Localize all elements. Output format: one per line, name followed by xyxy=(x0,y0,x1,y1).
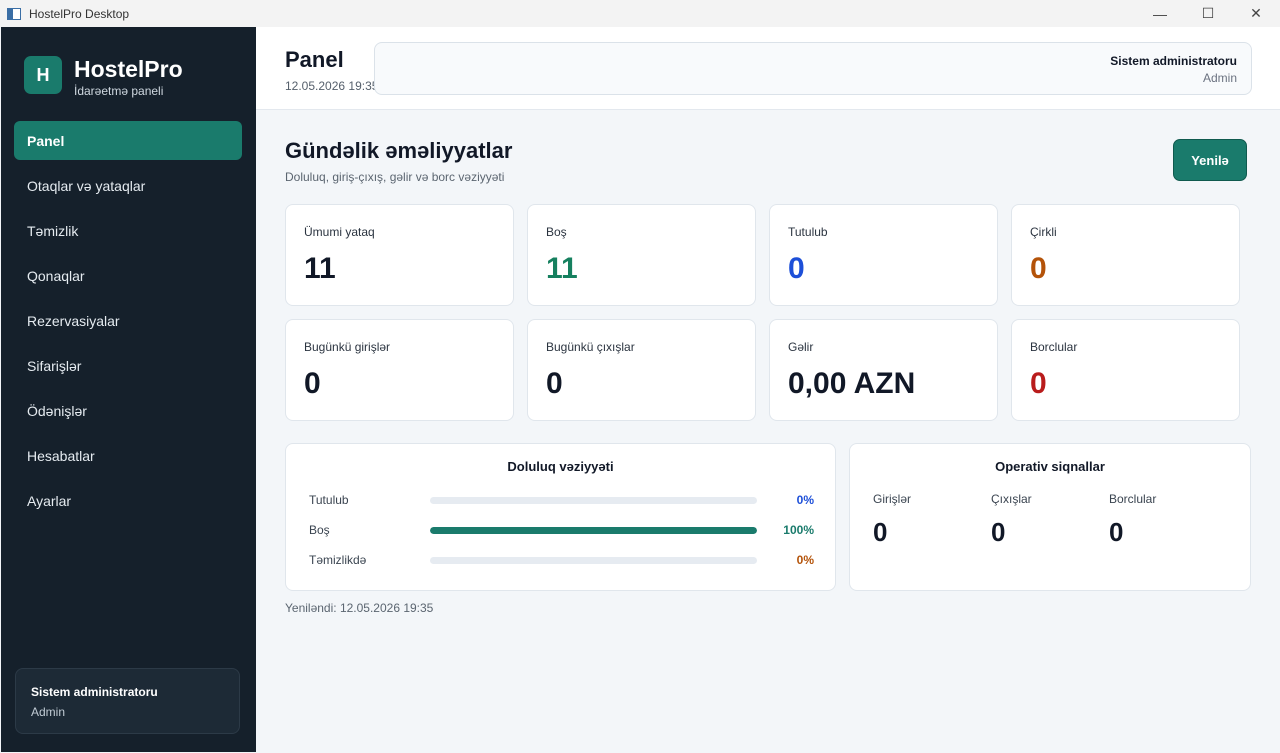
stat-label: Gəlir xyxy=(788,340,814,354)
occupancy-percent: 0% xyxy=(796,493,814,507)
signal-label: Borclular xyxy=(1109,492,1157,506)
brand-title: HostelPro xyxy=(74,56,183,82)
sidebar: H HostelPro İdarəetmə paneli Panel Otaql… xyxy=(1,27,256,752)
sidebar-item-orders[interactable]: Sifarişlər xyxy=(14,346,242,385)
minimize-icon[interactable]: — xyxy=(1136,0,1184,27)
header: Panel 12.05.2026 19:35 Sistem administra… xyxy=(256,27,1280,110)
stat-label: Tutulub xyxy=(788,225,828,239)
occupancy-row-cleaning: Təmizlikdə 0% xyxy=(309,553,814,569)
brand-subtitle: İdarəetmə paneli xyxy=(74,84,164,98)
brand: H HostelPro İdarəetmə paneli xyxy=(24,56,183,98)
app-icon xyxy=(7,7,21,20)
stat-card-checkins-today: Bugünkü girişlər 0 xyxy=(285,319,514,421)
sidebar-item-panel[interactable]: Panel xyxy=(14,121,242,160)
signal-value: 0 xyxy=(1109,517,1124,547)
progress-track xyxy=(430,527,757,534)
occupancy-percent: 100% xyxy=(783,523,814,537)
sidebar-item-reports[interactable]: Hesabatlar xyxy=(14,436,242,475)
signal-checkins: Girişlər 0 xyxy=(873,492,911,548)
stat-value: 11 xyxy=(546,252,578,285)
occupancy-row-occupied: Tutulub 0% xyxy=(309,493,814,509)
section-title: Gündəlik əməliyyatlar xyxy=(285,138,513,163)
sidebar-user-name: Sistem administratoru xyxy=(31,685,158,699)
signal-checkouts: Çıxışlar 0 xyxy=(991,492,1032,548)
occupancy-label: Boş xyxy=(309,523,330,537)
sidebar-item-reservations[interactable]: Rezervasiyalar xyxy=(14,301,242,340)
page-date: 12.05.2026 19:35 xyxy=(285,79,379,93)
occupancy-percent: 0% xyxy=(796,553,814,567)
header-user-name: Sistem administratoru xyxy=(1110,54,1237,68)
stat-value: 0 xyxy=(1030,252,1047,285)
progress-fill xyxy=(430,527,757,534)
maximize-icon[interactable]: ☐ xyxy=(1184,0,1232,27)
signals-panel: Operativ siqnallar Girişlər 0 Çıxışlar 0… xyxy=(849,443,1251,591)
sidebar-item-payments[interactable]: Ödənişlər xyxy=(14,391,242,430)
window-titlebar: HostelPro Desktop — ☐ ✕ xyxy=(0,0,1280,27)
stat-label: Ümumi yataq xyxy=(304,225,375,239)
stat-label: Bugünkü çıxışlar xyxy=(546,340,635,354)
progress-track xyxy=(430,557,757,564)
stat-card-dirty: Çirkli 0 xyxy=(1011,204,1240,306)
stat-card-free: Boş 11 xyxy=(527,204,756,306)
stat-label: Bugünkü girişlər xyxy=(304,340,391,354)
header-user-role: Admin xyxy=(1202,71,1237,85)
signal-value: 0 xyxy=(991,517,1006,547)
occupancy-title: Doluluq vəziyyəti xyxy=(507,459,614,474)
signal-value: 0 xyxy=(873,517,888,547)
sidebar-user-card[interactable]: Sistem administratoru Admin xyxy=(15,668,240,734)
window-title: HostelPro Desktop xyxy=(29,6,130,21)
stat-card-occupied: Tutulub 0 xyxy=(769,204,998,306)
stat-card-debtors: Borclular 0 xyxy=(1011,319,1240,421)
signals-title: Operativ siqnallar xyxy=(995,459,1105,474)
section-subtitle: Doluluq, giriş-çıxış, gəlir və borc vəzi… xyxy=(285,170,505,184)
stat-card-revenue: Gəlir 0,00 AZN xyxy=(769,319,998,421)
occupancy-label: Tutulub xyxy=(309,493,349,507)
stat-value: 0 xyxy=(546,367,563,400)
stat-value: 0 xyxy=(1030,367,1047,400)
header-user-box: Sistem administratoru Admin xyxy=(374,42,1252,95)
sidebar-nav: Panel Otaqlar və yataqlar Təmizlik Qonaq… xyxy=(14,121,242,526)
close-icon[interactable]: ✕ xyxy=(1232,0,1280,27)
stat-label: Borclular xyxy=(1030,340,1078,354)
stat-value: 11 xyxy=(304,252,336,285)
stat-label: Boş xyxy=(546,225,567,239)
sidebar-item-guests[interactable]: Qonaqlar xyxy=(14,256,242,295)
page-title: Panel xyxy=(285,47,344,72)
occupancy-row-free: Boş 100% xyxy=(309,523,814,539)
signal-debtors: Borclular 0 xyxy=(1109,492,1156,548)
sidebar-item-rooms[interactable]: Otaqlar və yataqlar xyxy=(14,166,242,205)
occupancy-label: Təmizlikdə xyxy=(309,553,367,567)
sidebar-item-settings[interactable]: Ayarlar xyxy=(14,481,242,520)
sidebar-item-cleaning[interactable]: Təmizlik xyxy=(14,211,242,250)
stat-label: Çirkli xyxy=(1030,225,1057,239)
stat-value: 0 xyxy=(304,367,321,400)
refresh-button[interactable]: Yenilə xyxy=(1173,139,1247,181)
sidebar-user-role: Admin xyxy=(31,705,66,719)
brand-logo: H xyxy=(24,56,62,94)
progress-track xyxy=(430,497,757,504)
occupancy-panel: Doluluq vəziyyəti Tutulub 0% Boş 100% Tə… xyxy=(285,443,836,591)
stat-card-checkouts-today: Bugünkü çıxışlar 0 xyxy=(527,319,756,421)
signal-label: Girişlər xyxy=(873,492,911,506)
window-controls: — ☐ ✕ xyxy=(1136,0,1280,27)
last-updated: Yeniləndi: 12.05.2026 19:35 xyxy=(285,601,434,615)
stat-value: 0 xyxy=(788,252,805,285)
stat-value: 0,00 AZN xyxy=(788,367,916,400)
stat-card-total-beds: Ümumi yataq 11 xyxy=(285,204,514,306)
signal-label: Çıxışlar xyxy=(991,492,1032,506)
